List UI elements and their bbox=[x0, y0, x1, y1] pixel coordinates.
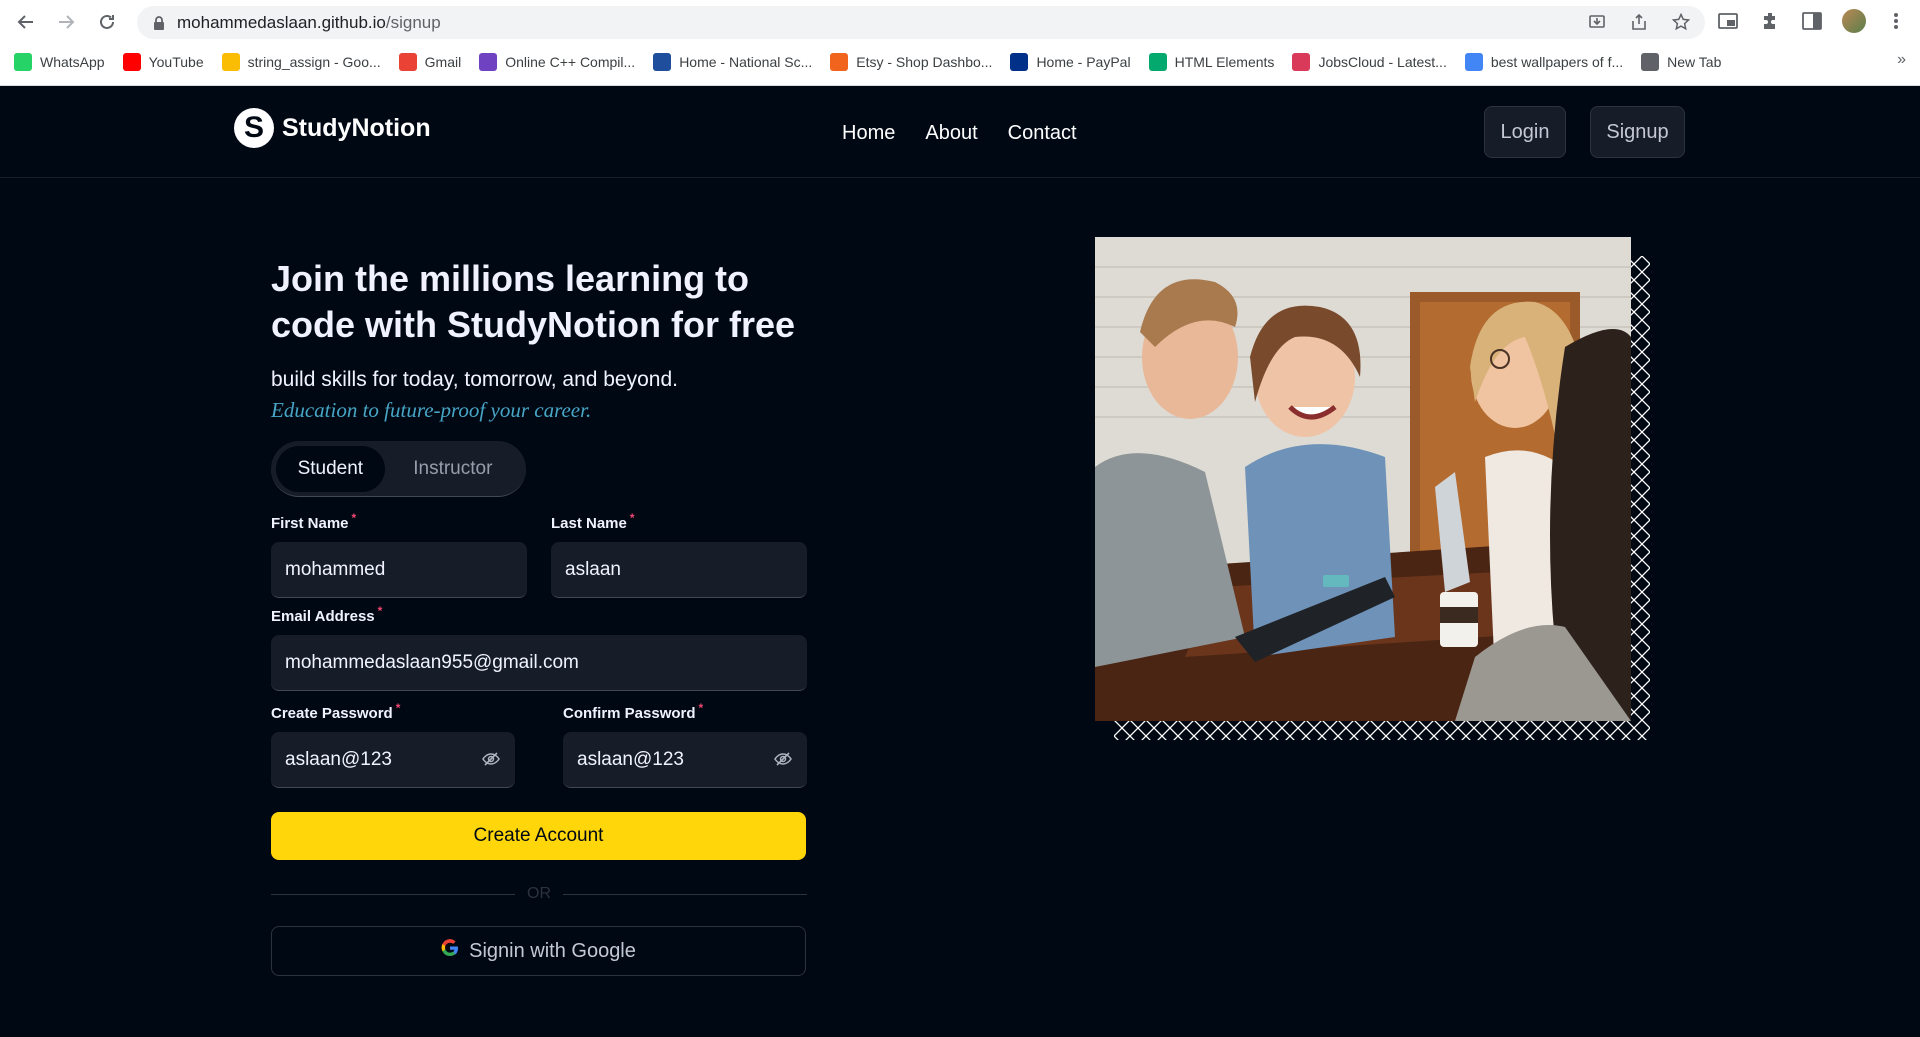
or-text: OR bbox=[527, 885, 551, 902]
logo-icon: S bbox=[234, 108, 274, 148]
nsc-icon bbox=[653, 53, 672, 71]
picture-in-picture-icon[interactable] bbox=[1716, 8, 1740, 34]
globe-icon bbox=[1641, 53, 1660, 71]
brand-logo[interactable]: S StudyNotion bbox=[234, 108, 431, 148]
bookmark-item[interactable]: JobsCloud - Latest... bbox=[1292, 53, 1447, 71]
bookmark-label: HTML Elements bbox=[1174, 54, 1275, 70]
password-input[interactable]: aslaan@123 bbox=[271, 732, 515, 788]
confirm-password-group: Confirm Password * aslaan@123 bbox=[563, 701, 807, 788]
lightning-icon bbox=[479, 53, 498, 71]
signup-button[interactable]: Signup bbox=[1590, 106, 1685, 158]
password-group: Create Password * aslaan@123 bbox=[271, 701, 515, 788]
whatsapp-icon bbox=[14, 53, 32, 71]
password-value: aslaan@123 bbox=[285, 748, 392, 770]
bookmark-label: Online C++ Compil... bbox=[505, 54, 636, 70]
bookmark-item[interactable]: Online C++ Compil... bbox=[479, 53, 635, 71]
password-label: Create Password * bbox=[271, 701, 401, 722]
youtube-icon bbox=[122, 53, 141, 71]
paypal-icon bbox=[1010, 53, 1029, 71]
eye-off-icon[interactable] bbox=[481, 749, 501, 769]
bookmark-label: Gmail bbox=[424, 54, 462, 70]
create-account-button[interactable]: Create Account bbox=[271, 812, 806, 860]
nav-link-about[interactable]: About bbox=[925, 122, 977, 145]
last-name-group: Last Name * aslaan bbox=[551, 511, 807, 598]
bookmarks-bar: WhatsApp YouTube string_assign - Goo... Gma… bbox=[14, 51, 1739, 73]
tagline: Education to future-proof your career. bbox=[271, 398, 592, 422]
extensions-icon[interactable] bbox=[1758, 8, 1782, 34]
page-title: Join the millions learning to code with S… bbox=[271, 258, 796, 345]
site-header: S StudyNotion Home About Contact Login S… bbox=[0, 86, 1920, 178]
role-student-tab[interactable]: Student bbox=[276, 445, 385, 492]
confirm-password-value: aslaan@123 bbox=[577, 748, 684, 770]
gmail-icon bbox=[398, 53, 417, 71]
bookmark-label: JobsCloud - Latest... bbox=[1318, 54, 1447, 70]
google-signin-button[interactable]: Signin with Google bbox=[271, 926, 806, 976]
students-photo bbox=[1095, 237, 1631, 721]
nav-link-home[interactable]: Home bbox=[842, 122, 895, 145]
etsy-icon bbox=[830, 53, 849, 71]
nav-link-contact[interactable]: Contact bbox=[1008, 122, 1077, 145]
last-name-input[interactable]: aslaan bbox=[551, 542, 807, 598]
bookmark-label: best wallpapers of f... bbox=[1490, 54, 1624, 70]
address-bar[interactable]: mohammedaslaan.github.io/signup bbox=[137, 6, 1705, 39]
bookmark-item[interactable]: best wallpapers of f... bbox=[1464, 53, 1624, 71]
browser-chrome: mohammedaslaan.github.io/signup WhatsApp… bbox=[0, 0, 1920, 86]
google-icon bbox=[441, 939, 459, 963]
bookmark-label: WhatsApp bbox=[40, 54, 105, 70]
share-icon[interactable] bbox=[1629, 12, 1649, 32]
google-signin-label: Signin with Google bbox=[469, 939, 636, 962]
bookmark-label: YouTube bbox=[148, 54, 204, 70]
profile-avatar[interactable] bbox=[1842, 8, 1866, 34]
bookmark-item[interactable]: Home - National Sc... bbox=[653, 53, 812, 71]
or-divider: OR bbox=[271, 884, 807, 904]
url-text: mohammedaslaan.github.io/signup bbox=[177, 12, 441, 32]
w3-icon bbox=[1148, 53, 1167, 71]
lock-icon bbox=[153, 15, 165, 30]
back-icon[interactable] bbox=[12, 8, 40, 36]
install-app-icon[interactable] bbox=[1587, 12, 1607, 32]
first-name-group: First Name * mohammed bbox=[271, 511, 527, 598]
login-button[interactable]: Login bbox=[1484, 106, 1566, 158]
main-nav: Home About Contact bbox=[842, 122, 1077, 145]
bookmark-item[interactable]: HTML Elements bbox=[1148, 53, 1275, 71]
side-panel-icon[interactable] bbox=[1800, 8, 1824, 34]
bookmark-item[interactable]: New Tab bbox=[1641, 53, 1721, 71]
more-bookmarks-icon[interactable]: » bbox=[1897, 51, 1906, 69]
google-drive-icon bbox=[221, 53, 240, 71]
google-icon bbox=[1464, 53, 1483, 71]
jobscloud-icon bbox=[1292, 53, 1311, 71]
bookmark-label: New Tab bbox=[1667, 54, 1722, 70]
email-group: Email Address * mohammedaslaan955@gmail.c… bbox=[271, 604, 807, 691]
bookmark-item[interactable]: string_assign - Goo... bbox=[221, 53, 381, 71]
bookmark-item[interactable]: WhatsApp bbox=[14, 53, 105, 71]
last-name-label: Last Name * bbox=[551, 511, 635, 532]
eye-off-icon[interactable] bbox=[773, 749, 793, 769]
reload-icon[interactable] bbox=[93, 8, 121, 36]
bookmark-item[interactable]: Etsy - Shop Dashbo... bbox=[830, 53, 992, 71]
email-input[interactable]: mohammedaslaan955@gmail.com bbox=[271, 635, 807, 691]
first-name-label: First Name * bbox=[271, 511, 357, 532]
subtitle: build skills for today, tomorrow, and be… bbox=[271, 368, 678, 391]
first-name-input[interactable]: mohammed bbox=[271, 542, 527, 598]
role-toggle: Student Instructor bbox=[271, 441, 526, 497]
bookmark-label: Home - PayPal bbox=[1036, 54, 1131, 70]
bookmark-label: Etsy - Shop Dashbo... bbox=[856, 54, 993, 70]
bookmark-item[interactable]: YouTube bbox=[122, 53, 204, 71]
role-instructor-tab[interactable]: Instructor bbox=[385, 446, 521, 492]
email-label: Email Address * bbox=[271, 604, 383, 625]
signup-section: Join the millions learning to code with S… bbox=[271, 256, 807, 976]
bookmark-item[interactable]: Home - PayPal bbox=[1010, 53, 1131, 71]
bookmark-label: Home - National Sc... bbox=[679, 54, 813, 70]
forward-icon[interactable] bbox=[52, 8, 80, 36]
bookmark-label: string_assign - Goo... bbox=[247, 54, 381, 70]
bookmark-star-icon[interactable] bbox=[1671, 12, 1691, 32]
brand-name: StudyNotion bbox=[282, 113, 431, 142]
confirm-password-label: Confirm Password * bbox=[563, 701, 704, 722]
kebab-menu-icon[interactable] bbox=[1884, 8, 1908, 34]
bookmark-item[interactable]: Gmail bbox=[398, 53, 462, 71]
confirm-password-input[interactable]: aslaan@123 bbox=[563, 732, 807, 788]
